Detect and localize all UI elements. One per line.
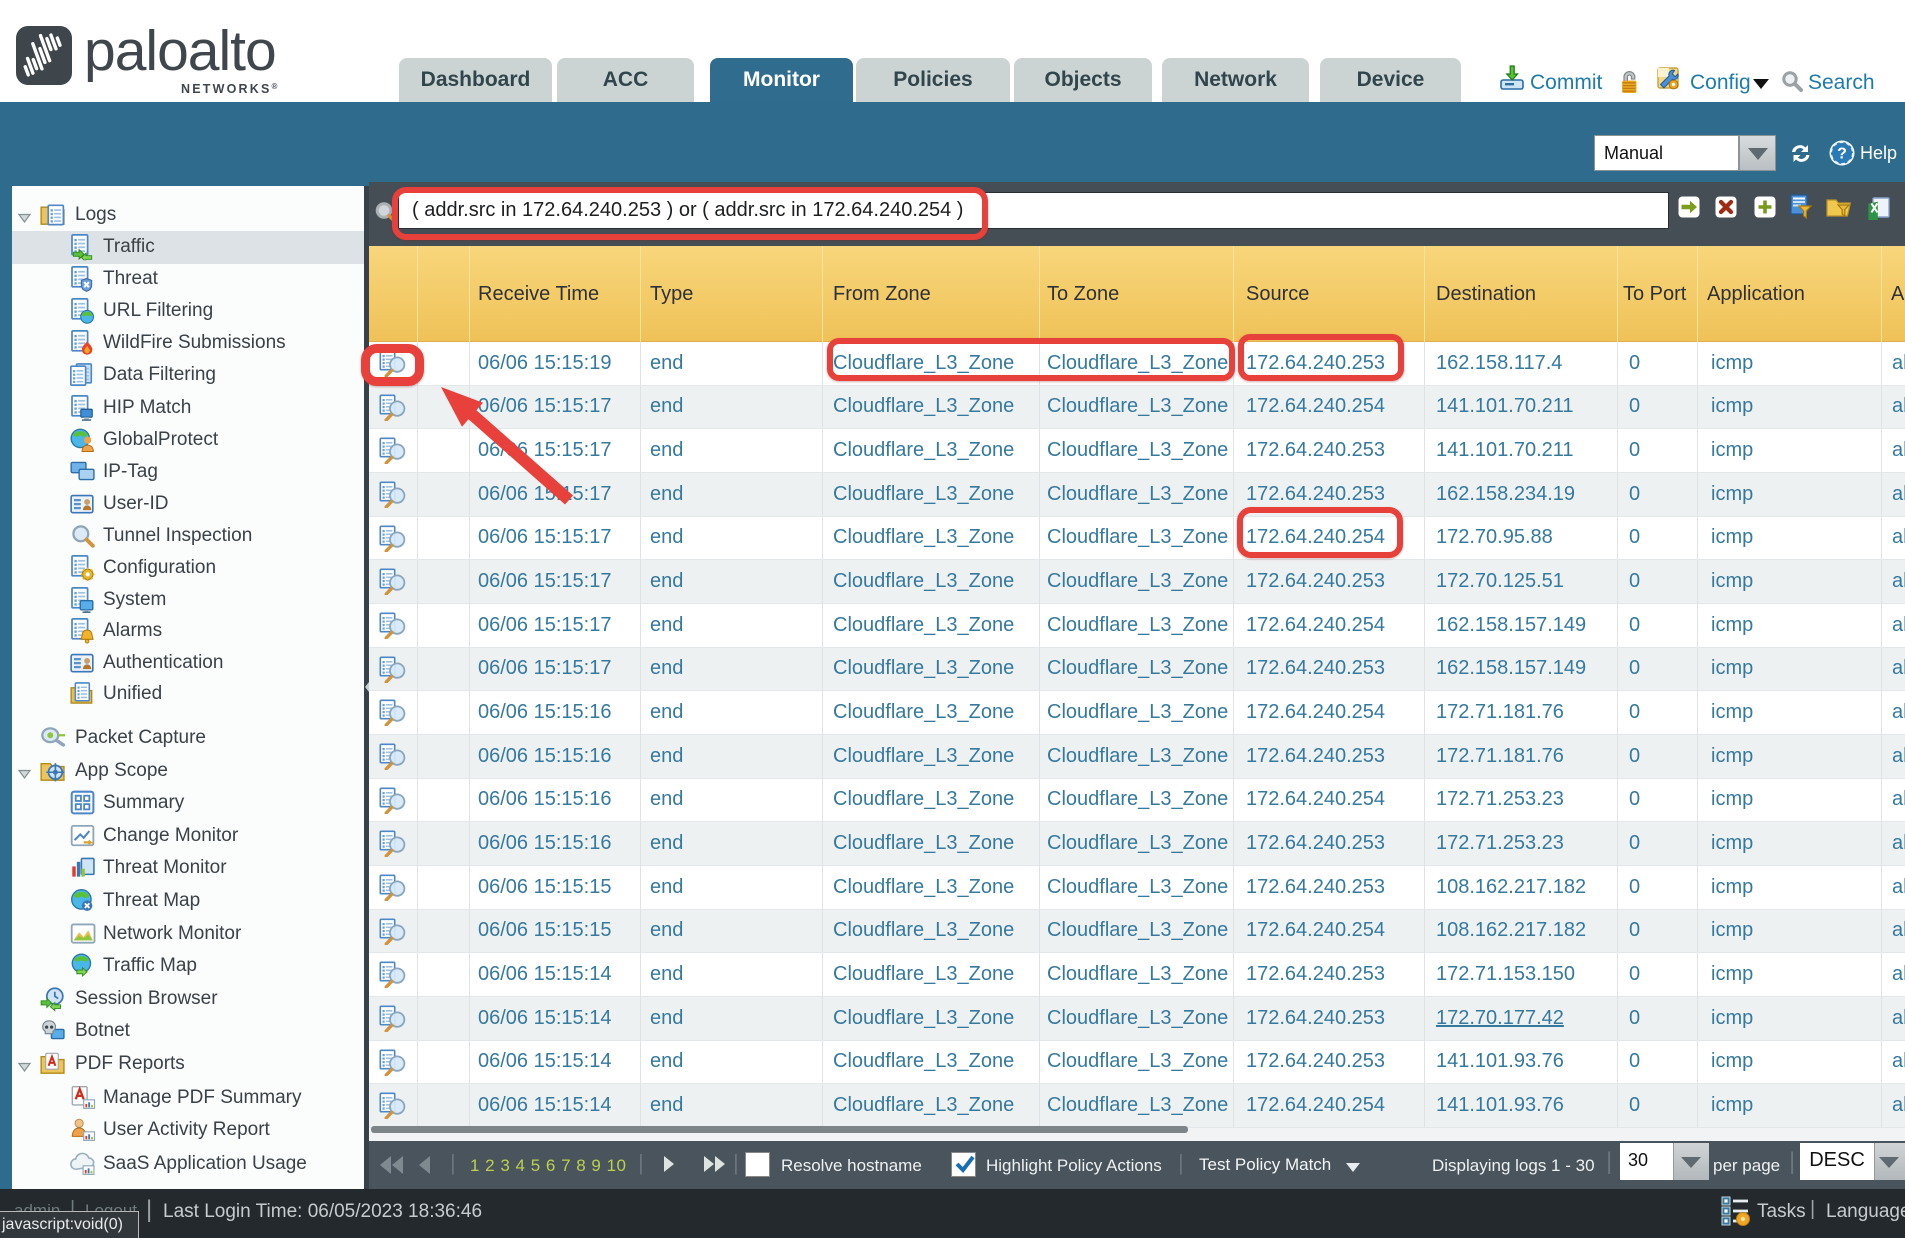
svg-text:?: ? (1837, 146, 1847, 163)
